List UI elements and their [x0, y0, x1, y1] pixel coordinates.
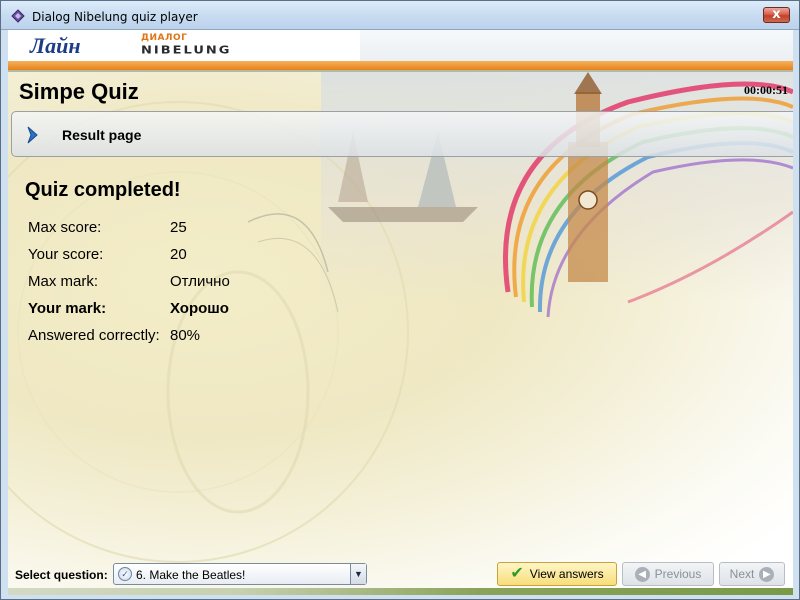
result-page-bar: Result page [11, 111, 793, 157]
arrow-right-icon: ▶ [759, 566, 775, 582]
result-value: 25 [170, 219, 187, 236]
nibelung-logo: NIBELUNG [141, 44, 232, 57]
question-status-icon: ✓ [118, 567, 132, 581]
dropdown-arrow-icon[interactable]: ▼ [350, 564, 366, 584]
result-label: Max mark: [28, 273, 99, 290]
result-label: Max score: [28, 219, 102, 236]
select-question-label: Select question: [15, 568, 108, 582]
arrow-left-icon: ◀ [634, 566, 650, 582]
checkmark-icon: ✔ [510, 565, 524, 582]
title-bar[interactable]: Dialog Nibelung quiz player x [1, 1, 799, 30]
result-label: Answered correctly: [28, 327, 160, 344]
dialog-logo-text: ДИАЛОГ [141, 33, 188, 43]
question-select[interactable]: ✓ 6. Make the Beatles! ▼ [113, 563, 367, 585]
result-value: 20 [170, 246, 187, 263]
previous-button[interactable]: ◀ Previous [622, 562, 714, 586]
result-value: Отлично [170, 273, 230, 290]
layn-logo: Лайн [30, 33, 81, 58]
app-window: Dialog Nibelung quiz player x Лайн ДИАЛО… [0, 0, 800, 600]
client-area: Лайн ДИАЛОГ NIBELUNG Simpe Quiz 00:00:51… [8, 30, 793, 595]
page-bar-label: Result page [62, 127, 142, 143]
next-label: Next [729, 567, 755, 581]
app-icon [11, 9, 25, 23]
quiz-timer: 00:00:51 [744, 83, 788, 97]
chevron-right-icon [27, 126, 38, 144]
bottom-decoration-strip [8, 588, 793, 595]
orange-divider [8, 61, 793, 70]
view-answers-label: View answers [529, 567, 604, 581]
quiz-title: Simpe Quiz [19, 79, 139, 104]
selected-question: 6. Make the Beatles! [136, 568, 246, 582]
result-label: Your mark: [28, 300, 107, 317]
window-title: Dialog Nibelung quiz player [32, 10, 198, 24]
result-value: 80% [170, 327, 201, 344]
view-answers-button[interactable]: ✔ View answers [497, 562, 617, 586]
previous-label: Previous [654, 567, 702, 581]
result-label: Your score: [28, 246, 104, 263]
next-button[interactable]: Next ▶ [719, 562, 785, 586]
result-heading: Quiz completed! [25, 179, 181, 201]
close-button[interactable]: x [763, 7, 790, 23]
result-value: Хорошо [170, 300, 229, 317]
close-icon: x [772, 7, 781, 22]
